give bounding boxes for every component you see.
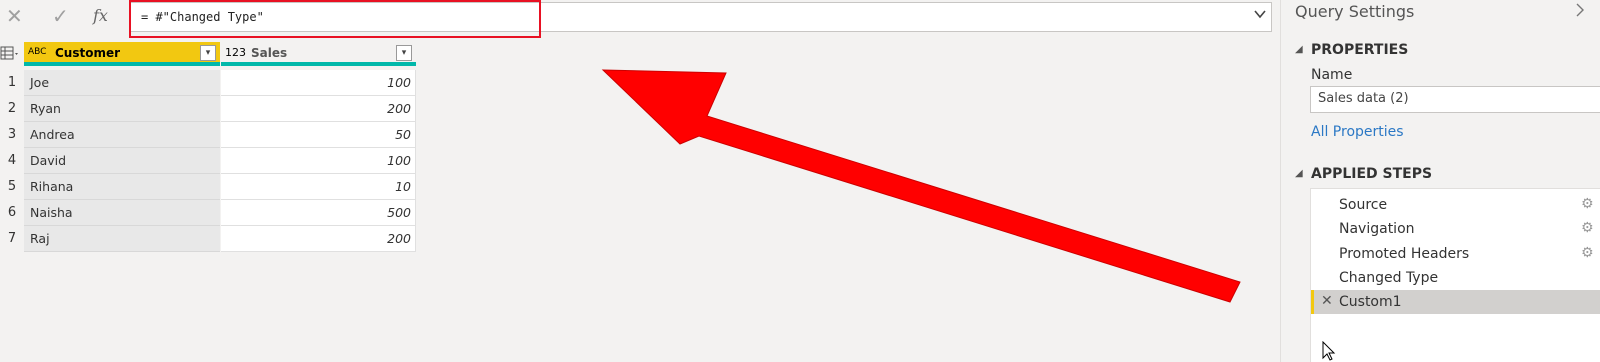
column-filter-dropdown[interactable]: ▾	[200, 45, 216, 61]
column-header-label: Customer	[55, 46, 121, 60]
step-label: Navigation	[1339, 221, 1415, 237]
row-number: 1	[7, 75, 17, 90]
step-label: Changed Type	[1339, 270, 1439, 286]
confirm-icon[interactable]: ✓	[52, 4, 69, 28]
table-row: 5 Rihana 10	[0, 174, 416, 200]
fx-icon[interactable]: fx	[93, 6, 108, 25]
step-custom1[interactable]: ✕ Custom1	[1311, 290, 1600, 314]
gear-icon[interactable]: ⚙	[1581, 245, 1594, 261]
table-row: 2 Ryan 200	[0, 96, 416, 122]
customer-cell[interactable]: David	[24, 148, 220, 174]
gear-icon[interactable]: ⚙	[1581, 220, 1594, 236]
properties-heading: PROPERTIES	[1311, 42, 1409, 58]
table-row: 4 David 100	[0, 148, 416, 174]
text-type-icon: ABC	[28, 47, 47, 57]
row-number: 4	[7, 153, 17, 168]
step-label: Promoted Headers	[1339, 246, 1470, 262]
row-number: 3	[7, 127, 17, 142]
sales-cell[interactable]: 100	[221, 70, 416, 96]
number-type-icon: 123	[225, 46, 246, 59]
delete-step-icon[interactable]: ✕	[1321, 293, 1333, 309]
step-label: Source	[1339, 197, 1388, 213]
table-row: 6 Naisha 500	[0, 200, 416, 226]
customer-cell[interactable]: Naisha	[24, 200, 220, 226]
step-navigation[interactable]: Navigation ⚙	[1311, 217, 1600, 241]
row-number: 6	[7, 205, 17, 220]
formula-highlight-box	[129, 0, 541, 38]
gear-icon[interactable]: ⚙	[1581, 196, 1594, 212]
row-number: 7	[7, 231, 17, 246]
customer-cell[interactable]: Ryan	[24, 96, 220, 122]
step-promoted-headers[interactable]: Promoted Headers ⚙	[1311, 242, 1600, 266]
sales-cell[interactable]: 50	[221, 122, 416, 148]
selected-indicator	[1311, 290, 1314, 314]
step-label: Custom1	[1339, 294, 1402, 310]
applied-steps-heading: APPLIED STEPS	[1311, 166, 1433, 182]
query-settings-pane: Query Settings ◢ PROPERTIES Name Sales d…	[1280, 0, 1600, 362]
sales-cell[interactable]: 200	[221, 226, 416, 252]
pane-title: Query Settings	[1295, 2, 1415, 21]
table-row: 1 Joe 100	[0, 70, 416, 96]
cancel-icon[interactable]: ✕	[6, 4, 23, 28]
step-source[interactable]: Source ⚙	[1311, 193, 1600, 217]
collapse-triangle-icon[interactable]: ◢	[1295, 168, 1303, 179]
column-header-sales[interactable]: 123 Sales ▾	[221, 42, 416, 66]
column-filter-dropdown[interactable]: ▾	[396, 45, 412, 61]
customer-cell[interactable]: Joe	[24, 70, 220, 96]
all-properties-link[interactable]: All Properties	[1311, 124, 1404, 140]
table-row: 7 Raj 200	[0, 226, 416, 252]
column-header-label: Sales	[251, 46, 288, 60]
formula-bar: ✕ ✓ fx = #"Changed Type"	[0, 0, 1272, 38]
table-menu-icon[interactable]	[0, 42, 24, 66]
row-number: 5	[7, 179, 17, 194]
mouse-cursor-icon	[1322, 341, 1336, 361]
table-row: 3 Andrea 50	[0, 122, 416, 148]
customer-cell[interactable]: Raj	[24, 226, 220, 252]
customer-cell[interactable]: Andrea	[24, 122, 220, 148]
query-name-input[interactable]: Sales data (2)	[1310, 86, 1600, 113]
applied-steps-list: Source ⚙ Navigation ⚙ Promoted Headers ⚙…	[1310, 188, 1600, 362]
column-header-customer[interactable]: ABC Customer ▾	[24, 42, 220, 66]
chevron-down-icon[interactable]	[1253, 7, 1267, 25]
customer-cell[interactable]: Rihana	[24, 174, 220, 200]
sales-cell[interactable]: 10	[221, 174, 416, 200]
step-changed-type[interactable]: Changed Type	[1311, 266, 1600, 290]
collapse-triangle-icon[interactable]: ◢	[1295, 44, 1303, 55]
sales-cell[interactable]: 100	[221, 148, 416, 174]
name-label: Name	[1311, 67, 1353, 83]
sales-cell[interactable]: 200	[221, 96, 416, 122]
sales-cell[interactable]: 500	[221, 200, 416, 226]
row-number: 2	[7, 101, 17, 116]
chevron-right-icon[interactable]	[1575, 0, 1587, 25]
